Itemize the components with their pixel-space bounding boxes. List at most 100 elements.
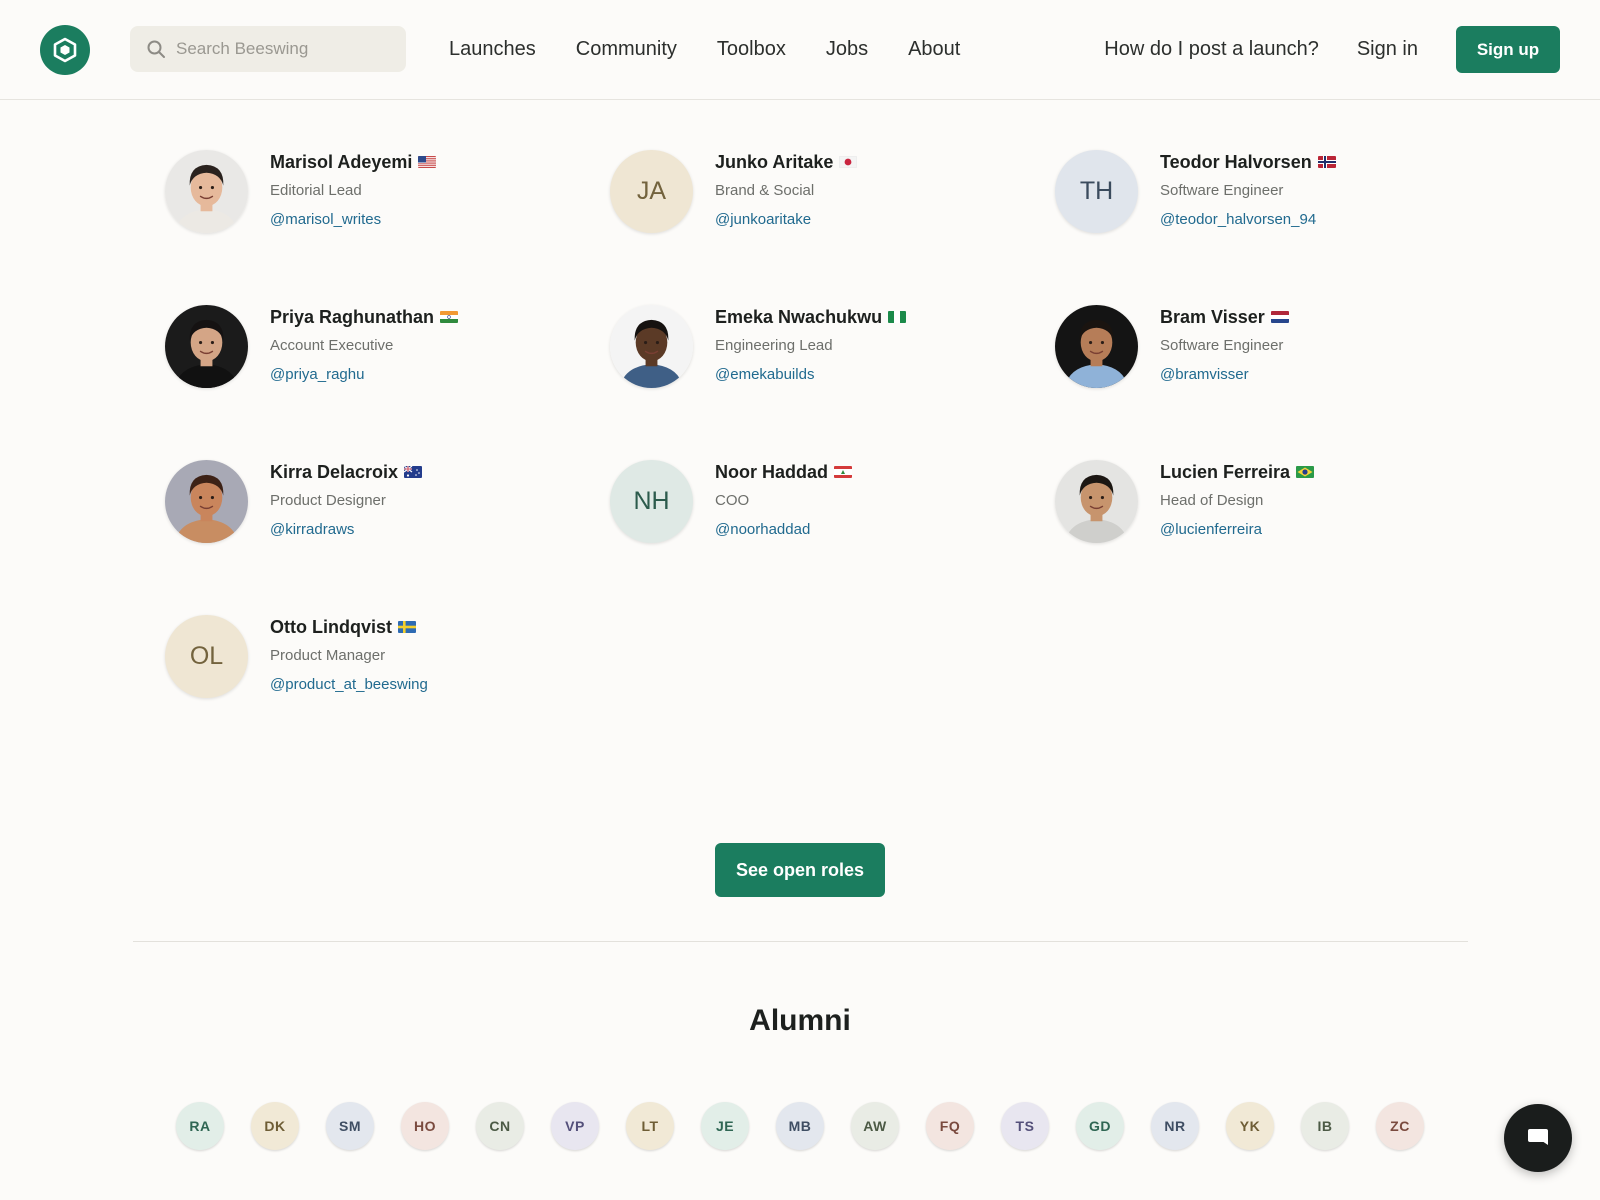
member-info: Otto Lindqvist Product Manager @product_… <box>270 615 428 694</box>
member-role: Engineering Lead <box>715 337 833 354</box>
member-info: Lucien Ferreira Head of Design @lucienfe… <box>1160 460 1315 538</box>
top-navigation-bar: Launches Community Toolbox Jobs About Ho… <box>0 0 1600 100</box>
member-handle-link[interactable]: @marisol_writes <box>270 211 436 228</box>
member-name: Lucien Ferreira <box>1160 461 1291 482</box>
alumni-avatar[interactable]: GD <box>1076 1102 1124 1150</box>
member-name-line: Lucien Ferreira <box>1160 461 1315 483</box>
flag-ng-icon <box>888 311 907 323</box>
search-box[interactable] <box>130 26 406 72</box>
member-name: Noor Haddad <box>715 461 829 482</box>
member-name-line: Kirra Delacroix <box>270 461 423 483</box>
member-info: Junko Aritake Brand & Social @junkoarita… <box>715 150 858 228</box>
flag-us-icon <box>418 156 437 168</box>
member-name: Marisol Adeyemi <box>270 151 413 172</box>
alumni-list: RA DK SM HO CN VP LT JE MB AW FQ TS GD NR YK IB ZC <box>176 1102 1424 1150</box>
member-role: Brand & Social <box>715 182 815 199</box>
account-nav: How do I post a launch? Sign in Sign up <box>1104 26 1560 73</box>
avatar-photo <box>165 305 248 388</box>
alumni-avatar[interactable]: MB <box>776 1102 824 1150</box>
member-name-line: Marisol Adeyemi <box>270 151 437 173</box>
member-info: Bram Visser Software Engineer @bramvisse… <box>1160 305 1289 383</box>
flag-br-icon <box>1296 466 1315 478</box>
member-handle-link[interactable]: @lucienferreira <box>1160 521 1314 538</box>
member-info: Kirra Delacroix Product Designer @kirrad… <box>270 460 423 538</box>
member-name-line: Emeka Nwachukwu <box>715 306 907 328</box>
alumni-avatar[interactable]: AW <box>851 1102 899 1150</box>
alumni-avatar[interactable]: VP <box>551 1102 599 1150</box>
flag-se-icon <box>397 621 416 633</box>
flag-no-icon <box>1317 156 1336 168</box>
sign-up-button[interactable]: Sign up <box>1456 26 1560 73</box>
alumni-avatar[interactable]: DK <box>251 1102 299 1150</box>
alumni-avatar[interactable]: RA <box>176 1102 224 1150</box>
how-to-post-link[interactable]: How do I post a launch? <box>1104 38 1319 61</box>
member-handle-link[interactable]: @teodor_halvorsen_94 <box>1160 211 1336 228</box>
alumni-avatar[interactable]: FQ <box>926 1102 974 1150</box>
member-role: COO <box>715 492 750 509</box>
chat-bubble-icon <box>1528 1129 1548 1145</box>
alumni-avatar[interactable]: YK <box>1226 1102 1274 1150</box>
flag-in-icon <box>440 311 459 323</box>
alumni-avatar[interactable]: TS <box>1001 1102 1049 1150</box>
member-name: Junko Aritake <box>715 151 834 172</box>
alumni-avatar[interactable]: IB <box>1301 1102 1349 1150</box>
alumni-heading: Alumni <box>749 1004 851 1037</box>
see-open-roles-button[interactable]: See open roles <box>715 843 885 897</box>
alumni-avatar[interactable]: ZC <box>1376 1102 1424 1150</box>
team-member-card: Lucien Ferreira Head of Design @lucienfe… <box>1055 460 1500 543</box>
alumni-avatar[interactable]: LT <box>626 1102 674 1150</box>
search-icon <box>146 38 168 60</box>
member-handle-link[interactable]: @priya_raghu <box>270 366 458 383</box>
member-name-line: Teodor Halvorsen <box>1160 151 1336 173</box>
sign-in-link[interactable]: Sign in <box>1357 38 1418 61</box>
main-nav: Launches Community Toolbox Jobs About <box>449 38 960 61</box>
search-input[interactable] <box>176 39 396 59</box>
member-role: Product Designer <box>270 492 386 509</box>
member-handle-link[interactable]: @emekabuilds <box>715 366 906 383</box>
alumni-avatar[interactable]: JE <box>701 1102 749 1150</box>
avatar-photo <box>610 305 693 388</box>
member-info: Marisol Adeyemi Editorial Lead @marisol_… <box>270 150 437 228</box>
team-member-card: Priya Raghunathan Account Executive @pri… <box>165 305 610 388</box>
member-info: Emeka Nwachukwu Engineering Lead @emekab… <box>715 305 907 383</box>
team-member-card: Emeka Nwachukwu Engineering Lead @emekab… <box>610 305 1055 388</box>
team-member-card: TH Teodor Halvorsen Software Engineer @t… <box>1055 150 1500 233</box>
section-divider <box>133 941 1468 942</box>
member-name: Otto Lindqvist <box>270 616 392 637</box>
flag-nl-icon <box>1270 311 1289 323</box>
alumni-avatar[interactable]: NR <box>1151 1102 1199 1150</box>
flag-au-icon <box>404 466 423 478</box>
member-role: Editorial Lead <box>270 182 362 199</box>
team-member-card: Marisol Adeyemi Editorial Lead @marisol_… <box>165 150 610 233</box>
nav-toolbox[interactable]: Toolbox <box>717 38 786 61</box>
member-name-line: Junko Aritake <box>715 151 858 173</box>
flag-jp-icon <box>839 156 858 168</box>
alumni-avatar[interactable]: HO <box>401 1102 449 1150</box>
member-name: Kirra Delacroix <box>270 461 399 482</box>
nav-launches[interactable]: Launches <box>449 38 536 61</box>
nav-community[interactable]: Community <box>576 38 677 61</box>
chat-button[interactable] <box>1504 1104 1572 1172</box>
avatar-initials: JA <box>610 150 693 233</box>
member-name-line: Bram Visser <box>1160 306 1289 328</box>
avatar-photo <box>165 460 248 543</box>
member-name: Bram Visser <box>1160 306 1265 327</box>
member-name: Emeka Nwachukwu <box>715 306 883 327</box>
member-handle-link[interactable]: @bramvisser <box>1160 366 1289 383</box>
avatar-initials: TH <box>1055 150 1138 233</box>
logo-home-link[interactable] <box>40 25 90 75</box>
member-role: Account Executive <box>270 337 394 354</box>
member-name: Priya Raghunathan <box>270 306 435 327</box>
avatar-photo <box>1055 305 1138 388</box>
nav-about[interactable]: About <box>908 38 960 61</box>
team-member-card: JA Junko Aritake Brand & Social @junkoar… <box>610 150 1055 233</box>
member-handle-link[interactable]: @junkoaritake <box>715 211 857 228</box>
member-info: Priya Raghunathan Account Executive @pri… <box>270 305 459 383</box>
alumni-avatar[interactable]: SM <box>326 1102 374 1150</box>
member-handle-link[interactable]: @product_at_beeswing <box>270 676 428 693</box>
nav-jobs[interactable]: Jobs <box>826 38 868 61</box>
alumni-avatar[interactable]: CN <box>476 1102 524 1150</box>
member-handle-link[interactable]: @kirradraws <box>270 521 422 538</box>
member-info: Teodor Halvorsen Software Engineer @teod… <box>1160 150 1336 228</box>
member-handle-link[interactable]: @noorhaddad <box>715 521 852 538</box>
